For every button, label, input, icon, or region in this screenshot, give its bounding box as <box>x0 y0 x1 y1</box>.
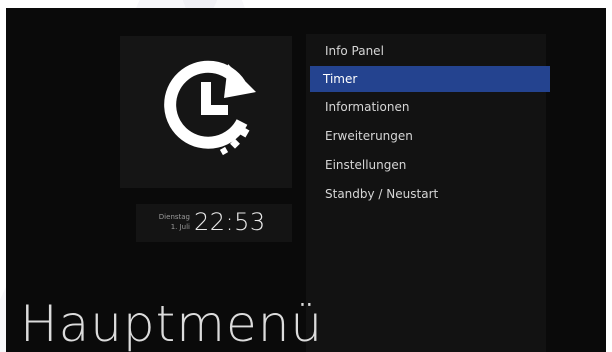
clock-panel: Dienstag 1. Juli 22:53 <box>136 204 292 242</box>
main-menu: Info Panel Timer Informationen Erweiteru… <box>306 34 550 352</box>
menu-item-info-panel[interactable]: Info Panel <box>312 38 546 64</box>
menu-item-standby-neustart[interactable]: Standby / Neustart <box>312 181 546 207</box>
timer-icon <box>164 60 256 156</box>
clock-weekday: Dienstag <box>158 213 190 221</box>
menu-item-informationen[interactable]: Informationen <box>312 94 546 120</box>
tv-menu-screen: Dienstag 1. Juli 22:53 Info Panel Timer … <box>6 8 606 352</box>
icon-panel <box>120 36 292 188</box>
menu-item-einstellungen[interactable]: Einstellungen <box>312 152 546 178</box>
menu-item-erweiterungen[interactable]: Erweiterungen <box>312 123 546 149</box>
clock-time: 22:53 <box>194 208 266 236</box>
menu-item-timer[interactable]: Timer <box>310 66 550 92</box>
clock-day: 1. Juli <box>170 223 190 231</box>
page-title: Hauptmenü <box>20 295 324 352</box>
clock-date: Dienstag 1. Juli <box>150 212 190 232</box>
